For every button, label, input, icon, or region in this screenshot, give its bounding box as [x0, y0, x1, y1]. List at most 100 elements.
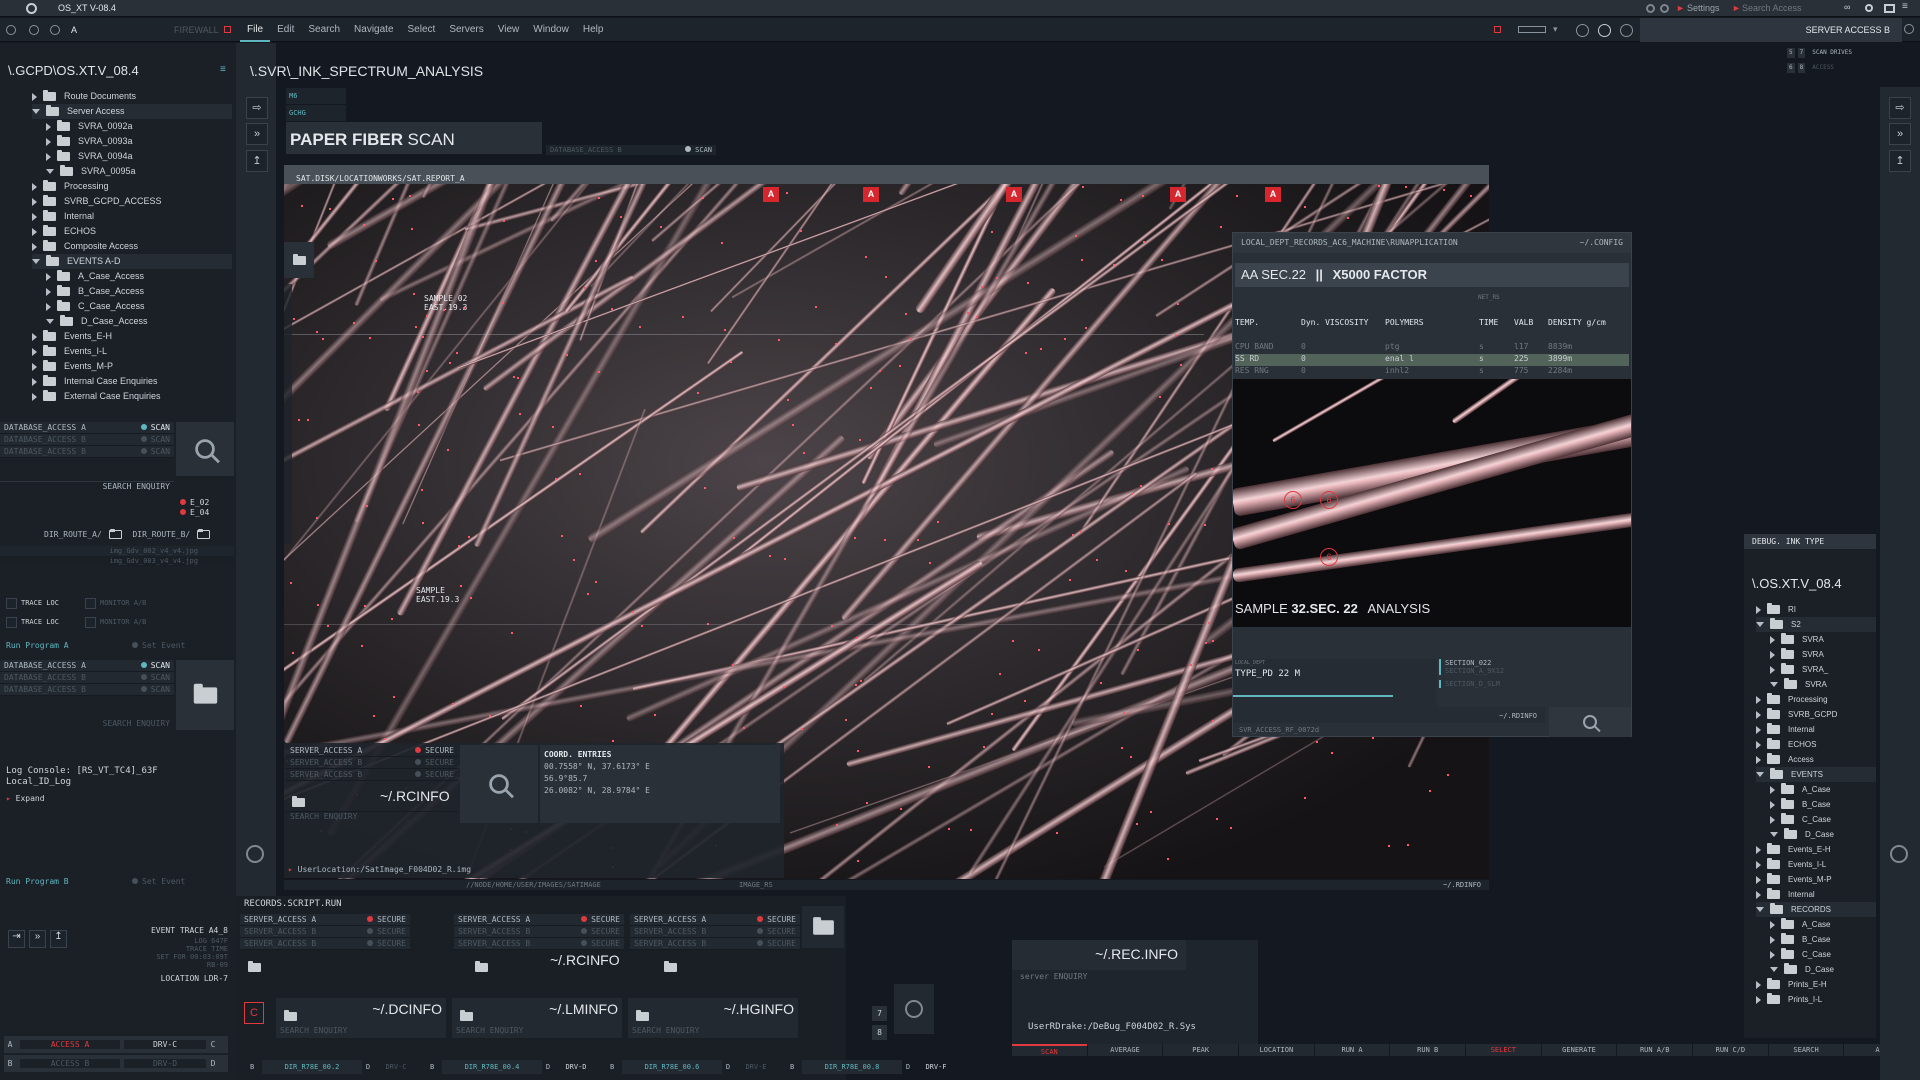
tree-item[interactable]: D_Case	[1756, 827, 1876, 842]
chevron-right-icon[interactable]	[1770, 665, 1775, 674]
tree-item[interactable]: Events_M-P	[1756, 872, 1876, 887]
set-event-b[interactable]: Set Event	[132, 877, 185, 886]
skip-icon-right[interactable]: »	[1889, 123, 1911, 145]
tree-item[interactable]: D_Case_Access	[32, 314, 232, 329]
server-row[interactable]: SERVER_ACCESS B SECURE	[454, 938, 624, 950]
bottom-tab-run-c-d[interactable]: RUN C/D	[1693, 1044, 1768, 1056]
server-enquiry[interactable]: server ENQUIRY	[1020, 972, 1087, 981]
tree-item[interactable]: Internal Case Enquiries	[32, 374, 232, 389]
chevron-right-icon[interactable]	[1770, 920, 1775, 929]
chevron-right-icon[interactable]	[46, 152, 51, 161]
tree-item[interactable]: B_Case	[1756, 932, 1876, 947]
db-row[interactable]: DATABASE_ACCESS B SCAN	[0, 446, 174, 458]
tree-item[interactable]: A_Case	[1756, 917, 1876, 932]
trace-label[interactable]: TRACE LOC	[21, 599, 85, 607]
info-search-enquiry[interactable]: SEARCH ENQUIRY	[280, 1026, 347, 1035]
fast-forward-icon[interactable]: »	[29, 930, 46, 948]
firewall-indicator-icon[interactable]	[224, 26, 231, 33]
chevron-right-icon[interactable]	[1756, 755, 1761, 764]
tree-item[interactable]: RECORDS	[1756, 902, 1876, 917]
chevron-right-icon[interactable]	[46, 272, 51, 281]
chevron-right-icon[interactable]	[46, 137, 51, 146]
tree-item[interactable]: Route Documents	[32, 89, 232, 104]
bottom-tab-run-a[interactable]: RUN A	[1314, 1044, 1390, 1056]
info-search-enquiry[interactable]: SEARCH ENQUIRY	[456, 1026, 523, 1035]
db-folder-button[interactable]	[176, 660, 234, 730]
import-icon-right[interactable]: ⇨	[1889, 97, 1911, 119]
tree-item[interactable]: A_Case	[1756, 782, 1876, 797]
skip-icon[interactable]: »	[246, 123, 268, 145]
bottom-tab-run-b[interactable]: RUN B	[1390, 1044, 1466, 1056]
menu-help[interactable]: Help	[576, 18, 611, 42]
chevron-right-icon[interactable]	[1756, 695, 1761, 704]
db-search-button[interactable]	[176, 422, 234, 476]
chevron-down-icon[interactable]	[32, 259, 40, 265]
tree-item[interactable]: SVRA	[1756, 647, 1876, 662]
dir-button[interactable]: DIR_R78E_00.6	[622, 1059, 722, 1074]
monitor-label[interactable]: MONITOR A/B	[100, 618, 146, 626]
menu-navigate[interactable]: Navigate	[347, 18, 400, 42]
chevron-right-icon[interactable]	[1756, 710, 1761, 719]
chevron-down-icon[interactable]	[46, 319, 54, 325]
tree-item[interactable]: RI	[1756, 602, 1876, 617]
chevron-down-icon[interactable]	[1770, 682, 1778, 688]
tree-item[interactable]: Server Access	[32, 104, 232, 119]
info-search-enquiry[interactable]: SEARCH ENQUIRY	[632, 1026, 699, 1035]
chevron-down-icon[interactable]	[1756, 622, 1764, 628]
chevron-right-icon[interactable]	[32, 182, 37, 191]
rcinfo-search-enquiry[interactable]: SEARCH ENQUIRY	[286, 811, 458, 821]
window-icon[interactable]	[1884, 4, 1895, 13]
layout-dropdown-icon[interactable]: ▾	[1553, 24, 1558, 35]
drive-label[interactable]: DRV-C	[374, 1063, 418, 1071]
records-folder-button[interactable]	[802, 906, 844, 948]
dir-route-b[interactable]: DIR_ROUTE_B/	[132, 530, 190, 539]
chevron-right-icon[interactable]	[32, 332, 37, 341]
chevron-right-icon[interactable]	[32, 197, 37, 206]
chevron-right-icon[interactable]	[32, 362, 37, 371]
menu-edit[interactable]: Edit	[270, 18, 301, 42]
tree-item[interactable]: Events_E-H	[1756, 842, 1876, 857]
chevron-down-icon[interactable]	[1770, 967, 1778, 973]
user-debug-path[interactable]: UserRDrake:/DeBug_F004D02_R.Sys	[1028, 1022, 1196, 1032]
tree-item[interactable]: SVRA_0094a	[32, 149, 232, 164]
tree-item[interactable]: EVENTS A-D	[32, 254, 232, 269]
tree-item[interactable]: SVRA	[1756, 632, 1876, 647]
chevron-down-icon[interactable]	[1756, 772, 1764, 778]
tree-item[interactable]: SVRB_GCPD_ACCESS	[32, 194, 232, 209]
marker-a[interactable]: A	[863, 187, 879, 202]
radiation-icon[interactable]	[246, 845, 264, 863]
trace-arrow-icon[interactable]	[6, 597, 17, 609]
menu-select[interactable]: Select	[401, 18, 443, 42]
tree-item[interactable]: Internal	[1756, 887, 1876, 902]
tree-item[interactable]: Composite Access	[32, 239, 232, 254]
marker-a[interactable]: A	[763, 187, 779, 202]
server-row[interactable]: SERVER_ACCESS B SECURE	[630, 926, 800, 938]
records-red-button[interactable]: C	[244, 1002, 264, 1024]
search-icon[interactable]	[1865, 4, 1873, 12]
rcinfo-label[interactable]: ~/.RCINFO	[380, 788, 450, 804]
chevron-right-icon[interactable]	[1756, 845, 1761, 854]
bottom-tab-search[interactable]: SEARCH	[1768, 1044, 1844, 1056]
settings-icon[interactable]	[1660, 4, 1669, 13]
monitor-icon[interactable]	[85, 597, 96, 609]
tree-item[interactable]: S2	[1756, 617, 1876, 632]
link-icon[interactable]: ∞	[1844, 2, 1850, 12]
expand-toggle[interactable]: ▸ Expand	[6, 793, 158, 804]
small-button[interactable]: 8	[872, 1025, 887, 1040]
tree-item[interactable]: SVRA	[1756, 677, 1876, 692]
chevron-down-icon[interactable]	[1756, 907, 1764, 913]
table-row[interactable]: CPU BAND 0 ptg s l17 8839m	[1235, 342, 1629, 354]
chevron-right-icon[interactable]	[1770, 800, 1775, 809]
chevron-right-icon[interactable]	[1770, 935, 1775, 944]
layout-grid-icon[interactable]	[1518, 26, 1546, 33]
step-in-icon[interactable]: ⇥	[8, 930, 25, 948]
record-icon[interactable]	[29, 25, 39, 35]
chevron-down-icon[interactable]	[1770, 832, 1778, 838]
mini-tab[interactable]: M6	[286, 88, 346, 104]
menu-view[interactable]: View	[491, 18, 527, 42]
tree-item[interactable]: Prints_I-L	[1756, 992, 1876, 1007]
chevron-right-icon[interactable]	[1770, 785, 1775, 794]
rdinfo-link[interactable]: ~/.RDINFO	[1499, 712, 1537, 720]
chevron-right-icon[interactable]	[1756, 740, 1761, 749]
records-radiation-button[interactable]	[894, 984, 934, 1034]
